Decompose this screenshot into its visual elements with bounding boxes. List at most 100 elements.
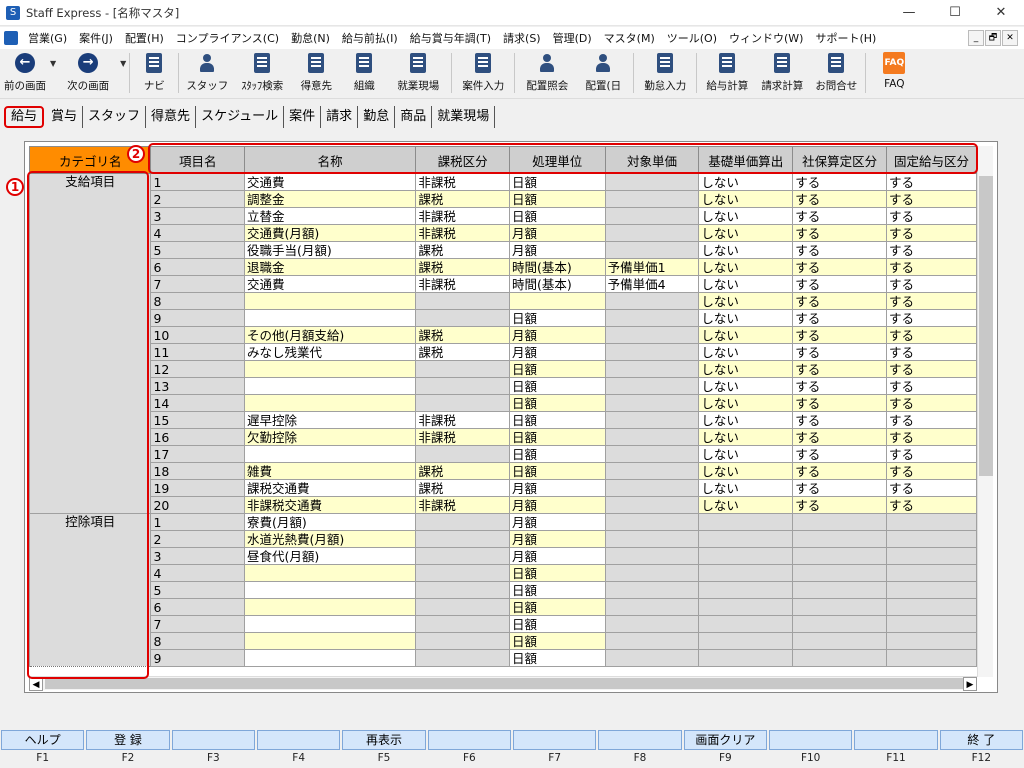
table-cell-social[interactable]: する bbox=[792, 445, 888, 463]
table-row[interactable]: 20 非課税交通費 非課税 月額 しない する する bbox=[30, 496, 977, 514]
table-row[interactable]: 2 水道光熱費(月額) 月額 bbox=[30, 530, 977, 548]
tab-staff[interactable]: スタッフ bbox=[83, 106, 147, 128]
function-key-button[interactable]: 終 了 bbox=[939, 730, 1023, 750]
table-cell-tax[interactable]: 非課税 bbox=[415, 428, 510, 446]
table-cell-base[interactable]: しない bbox=[698, 343, 794, 361]
next-button[interactable]: → 次の画面 bbox=[56, 49, 120, 97]
function-key-button[interactable] bbox=[171, 730, 255, 750]
menu-master[interactable]: マスタ(M) bbox=[598, 30, 661, 46]
table-cell-base[interactable]: しない bbox=[698, 360, 794, 378]
table-cell-unit[interactable]: 月額 bbox=[508, 241, 606, 259]
function-key-f2[interactable]: 登 録 F2 bbox=[85, 730, 170, 768]
assign-day-button[interactable]: 配置(日 bbox=[576, 49, 630, 97]
table-cell-name[interactable]: 雑費 bbox=[243, 462, 417, 480]
column-header[interactable]: 項目名 bbox=[150, 146, 245, 174]
table-cell-name[interactable] bbox=[243, 309, 417, 327]
table-cell-unit[interactable]: 月額 bbox=[508, 479, 606, 497]
table-cell-unit[interactable]: 日額 bbox=[508, 598, 606, 616]
table-cell-fixed[interactable]: する bbox=[886, 343, 977, 361]
mdi-minimize-button[interactable]: _ bbox=[968, 30, 984, 46]
table-cell-social[interactable]: する bbox=[792, 343, 888, 361]
table-cell-social[interactable]: する bbox=[792, 326, 888, 344]
function-key-button[interactable]: 画面クリア bbox=[683, 730, 767, 750]
function-key-button[interactable] bbox=[854, 730, 938, 750]
menu-assignment[interactable]: 配置(H) bbox=[119, 30, 170, 46]
table-row[interactable]: 19 課税交通費 課税 月額 しない する する bbox=[30, 479, 977, 497]
table-cell-base[interactable]: しない bbox=[698, 292, 794, 310]
table-cell-tax[interactable]: 非課税 bbox=[415, 496, 510, 514]
table-cell-unit[interactable]: 月額 bbox=[508, 530, 606, 548]
table-row[interactable]: 支給項目 1 交通費 非課税 日額 しない する する bbox=[29, 173, 977, 514]
tab-product[interactable]: 商品 bbox=[395, 106, 433, 128]
function-key-f10[interactable]: F10 bbox=[768, 730, 853, 768]
column-header[interactable]: 課税区分 bbox=[415, 146, 510, 174]
table-cell-unit[interactable]: 日額 bbox=[508, 411, 606, 429]
table-cell-base[interactable]: しない bbox=[698, 190, 794, 208]
table-cell-tax[interactable]: 課税 bbox=[415, 258, 510, 276]
table-cell-tax[interactable]: 課税 bbox=[415, 343, 510, 361]
table-cell-target[interactable]: 予備単価4 bbox=[604, 275, 700, 293]
payroll-button[interactable]: 給与計算 bbox=[700, 49, 754, 97]
table-cell-name[interactable] bbox=[243, 377, 417, 395]
mdi-close-button[interactable]: ✕ bbox=[1002, 30, 1018, 46]
column-header[interactable]: 名称 bbox=[243, 146, 417, 174]
tab-customer[interactable]: 得意先 bbox=[146, 106, 197, 128]
menu-sales[interactable]: 営業(G) bbox=[22, 30, 73, 46]
table-cell-tax[interactable]: 課税 bbox=[415, 241, 510, 259]
column-header[interactable]: 処理単位 bbox=[508, 146, 606, 174]
table-row[interactable]: 17 日額 しない する する bbox=[30, 445, 977, 463]
tab-billing[interactable]: 請求 bbox=[321, 106, 359, 128]
table-cell-base[interactable]: しない bbox=[698, 207, 794, 225]
menu-admin[interactable]: 管理(D) bbox=[547, 30, 598, 46]
function-key-button[interactable] bbox=[769, 730, 853, 750]
table-cell-unit[interactable]: 日額 bbox=[508, 564, 606, 582]
function-key-f3[interactable]: F3 bbox=[171, 730, 256, 768]
table-cell-base[interactable]: しない bbox=[698, 411, 794, 429]
table-cell-unit[interactable]: 日額 bbox=[508, 207, 606, 225]
function-key-button[interactable]: ヘルプ bbox=[1, 730, 85, 750]
table-cell-fixed[interactable]: する bbox=[886, 309, 977, 327]
tab-schedule[interactable]: スケジュール bbox=[196, 106, 285, 128]
table-cell-unit[interactable]: 日額 bbox=[508, 360, 606, 378]
table-cell-unit[interactable]: 日額 bbox=[508, 309, 606, 327]
table-cell-social[interactable]: する bbox=[792, 224, 888, 242]
table-cell-name[interactable]: 交通費 bbox=[243, 173, 417, 191]
scroll-left-icon[interactable]: ◀ bbox=[29, 677, 43, 691]
table-cell-social[interactable]: する bbox=[792, 275, 888, 293]
menu-billing[interactable]: 請求(S) bbox=[497, 30, 547, 46]
table-cell-tax[interactable]: 課税 bbox=[415, 479, 510, 497]
table-cell-fixed[interactable]: する bbox=[886, 360, 977, 378]
faq-button[interactable]: FAQ FAQ bbox=[869, 49, 919, 97]
table-cell-fixed[interactable]: する bbox=[886, 258, 977, 276]
function-key-f9[interactable]: 画面クリア F9 bbox=[683, 730, 768, 768]
menu-tools[interactable]: ツール(O) bbox=[661, 30, 723, 46]
scrollbar-thumb[interactable] bbox=[45, 678, 975, 689]
billing-button[interactable]: 請求計算 bbox=[754, 49, 810, 97]
table-cell-unit[interactable]: 月額 bbox=[508, 513, 606, 531]
table-cell-social[interactable]: する bbox=[792, 428, 888, 446]
table-cell-social[interactable]: する bbox=[792, 173, 888, 191]
table-cell-unit[interactable]: 日額 bbox=[508, 462, 606, 480]
table-cell-base[interactable]: しない bbox=[698, 479, 794, 497]
table-cell-fixed[interactable]: する bbox=[886, 445, 977, 463]
table-cell-name[interactable] bbox=[243, 615, 417, 633]
table-cell-name[interactable] bbox=[243, 598, 417, 616]
table-cell-social[interactable]: する bbox=[792, 190, 888, 208]
menu-advance-pay[interactable]: 給与前払(I) bbox=[336, 30, 404, 46]
table-cell-unit[interactable]: 日額 bbox=[508, 190, 606, 208]
maximize-button[interactable]: ☐ bbox=[932, 0, 978, 26]
table-cell-name[interactable]: 課税交通費 bbox=[243, 479, 417, 497]
menu-attendance[interactable]: 勤怠(N) bbox=[285, 30, 336, 46]
table-row[interactable]: 10 その他(月額支給) 課税 月額 しない する する bbox=[30, 326, 977, 344]
column-header[interactable]: 対象単価 bbox=[604, 146, 700, 174]
table-row[interactable]: 9 日額 しない する する bbox=[30, 309, 977, 327]
table-cell-unit[interactable]: 日額 bbox=[508, 445, 606, 463]
table-row[interactable]: 7 交通費 非課税 時間(基本) 予備単価4 しない する する bbox=[30, 275, 977, 293]
function-key-button[interactable]: 再表示 bbox=[342, 730, 426, 750]
table-cell-fixed[interactable]: する bbox=[886, 275, 977, 293]
function-key-f4[interactable]: F4 bbox=[256, 730, 341, 768]
table-cell-fixed[interactable]: する bbox=[886, 224, 977, 242]
table-cell-name[interactable]: 退職金 bbox=[243, 258, 417, 276]
table-cell-fixed[interactable]: する bbox=[886, 190, 977, 208]
table-cell-name[interactable] bbox=[243, 632, 417, 650]
